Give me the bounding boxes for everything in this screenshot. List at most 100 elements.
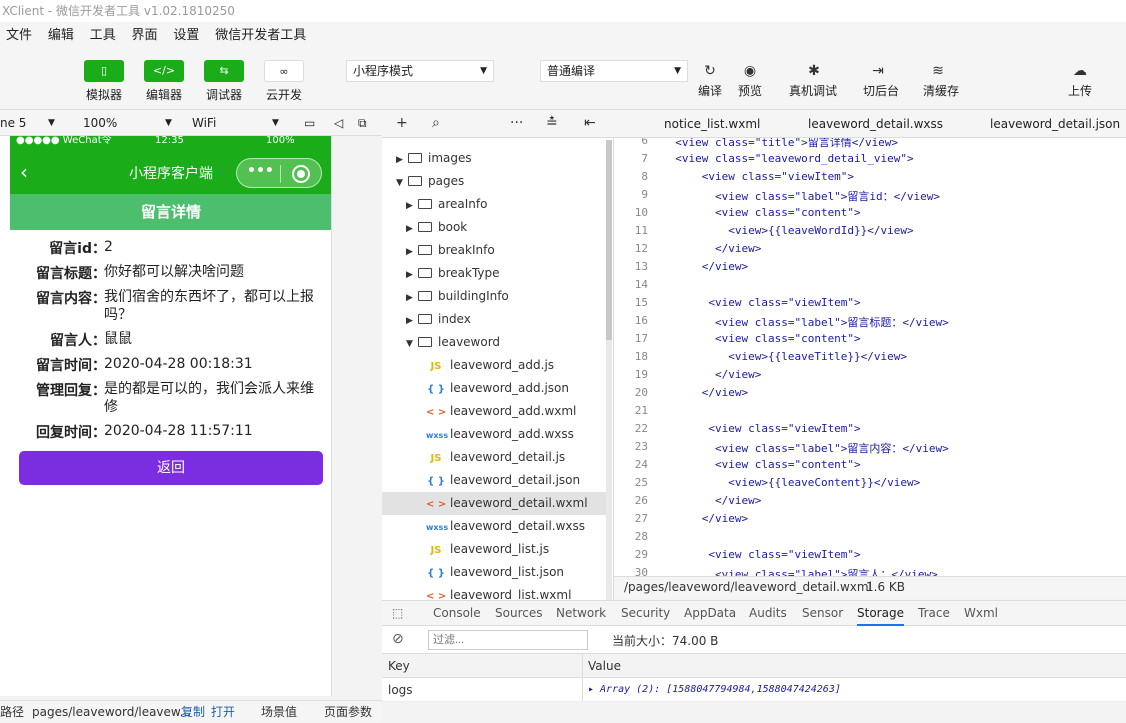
file-item[interactable]: < > leaveword_add.wxml bbox=[382, 400, 606, 423]
search-icon[interactable]: ⌕ bbox=[432, 115, 440, 131]
tab-wxml[interactable]: Wxml bbox=[964, 606, 998, 620]
file-name: leaveword_detail.wxml bbox=[450, 496, 588, 510]
popout-icon[interactable]: ⧉ bbox=[358, 114, 367, 132]
file-item[interactable]: { } leaveword_detail.json bbox=[382, 469, 606, 492]
menu-wechat-devtools[interactable]: 微信开发者工具 bbox=[209, 23, 312, 49]
folder-item[interactable]: ▶ index bbox=[382, 308, 606, 331]
simulator-bar: ne 5 ▼ 100% ▼ WiFi ▼ ▭ ◁ ⧉ bbox=[0, 110, 382, 136]
compile-mode-select[interactable]: 普通编译 ▼ bbox=[540, 60, 688, 82]
code-editor[interactable]: 6 <view class="title">留言详情</view> 7 <view… bbox=[614, 138, 1126, 576]
mode-select[interactable]: 小程序模式 ▼ bbox=[346, 60, 494, 82]
code-line: </view> bbox=[662, 512, 749, 525]
network-select[interactable]: WiFi bbox=[192, 114, 216, 132]
tab-audits[interactable]: Audits bbox=[749, 606, 787, 620]
table-row[interactable]: logs ▸ Array (2): [1588047794984,1588047… bbox=[382, 678, 1126, 702]
file-item[interactable]: { } leaveword_add.json bbox=[382, 377, 606, 400]
editor-toggle[interactable]: </> 编辑器 bbox=[136, 60, 192, 103]
folder-item[interactable]: ▼ pages bbox=[382, 170, 606, 193]
tab-sensor[interactable]: Sensor bbox=[802, 606, 843, 620]
file-name: leaveword_detail.json bbox=[450, 473, 581, 487]
file-item[interactable]: < > leaveword_list.wxml bbox=[382, 584, 606, 600]
collapse-icon[interactable]: ≛ bbox=[546, 115, 558, 131]
line-number: 26 bbox=[634, 494, 648, 507]
folder-item[interactable]: ▶ buildingInfo bbox=[382, 285, 606, 308]
scene-value[interactable]: 场景值 bbox=[261, 701, 297, 723]
file-item[interactable]: JS leaveword_list.js bbox=[382, 538, 606, 561]
tab-trace[interactable]: Trace bbox=[918, 606, 950, 620]
line-number: 8 bbox=[641, 170, 648, 183]
inspect-icon[interactable]: ⬚ bbox=[392, 606, 403, 620]
cloud-link-icon: ∞ bbox=[264, 60, 304, 82]
capsule-menu: ••• bbox=[236, 158, 322, 188]
open-link[interactable]: 打开 bbox=[211, 701, 235, 723]
preview-button[interactable]: ◉ 预览 bbox=[735, 60, 765, 99]
split-icon[interactable]: ⇤ bbox=[584, 115, 596, 131]
speaker-icon[interactable]: ◁ bbox=[334, 114, 343, 132]
compile-button[interactable]: ↻ 编译 bbox=[695, 60, 725, 99]
menu-file[interactable]: 文件 bbox=[0, 23, 38, 49]
menu-settings[interactable]: 设置 bbox=[167, 23, 205, 49]
file-item[interactable]: < > leaveword_detail.wxml bbox=[382, 492, 606, 515]
file-item[interactable]: JS leaveword_add.js bbox=[382, 354, 606, 377]
line-number: 25 bbox=[634, 476, 648, 489]
storage-filter-bar: ⊘ 当前大小：74.00 B bbox=[382, 626, 1126, 654]
file-name: book bbox=[438, 220, 468, 234]
chevron-down-icon[interactable]: ▼ bbox=[48, 114, 55, 132]
add-icon[interactable]: + bbox=[396, 115, 408, 131]
remote-debug-button[interactable]: ✱ 真机调试 bbox=[789, 60, 837, 99]
tab-leaveword-detail-json[interactable]: leaveword_detail.json bbox=[990, 117, 1120, 131]
folder-item[interactable]: ▶ book bbox=[382, 216, 606, 239]
file-item[interactable]: { } leaveword_list.json bbox=[382, 561, 606, 584]
clear-cache-button[interactable]: ≋ 清缓存 bbox=[923, 60, 959, 99]
tab-network[interactable]: Network bbox=[556, 606, 606, 620]
clear-icon[interactable]: ⊘ bbox=[392, 631, 404, 647]
tab-notice-list-wxml[interactable]: notice_list.wxml bbox=[664, 117, 760, 131]
tab-leaveword-detail-wxss[interactable]: leaveword_detail.wxss bbox=[808, 117, 943, 131]
close-target-icon[interactable] bbox=[292, 165, 310, 183]
chevron-right-icon: ▶ bbox=[406, 224, 413, 234]
folder-item[interactable]: ▶ images bbox=[382, 147, 606, 170]
zoom-select[interactable]: 100% bbox=[83, 114, 117, 132]
device-select[interactable]: ne 5 bbox=[0, 114, 26, 132]
tab-appdata[interactable]: AppData bbox=[684, 606, 736, 620]
menu-view[interactable]: 界面 bbox=[126, 23, 164, 49]
folder-icon bbox=[408, 176, 422, 186]
upload-button[interactable]: ☁ 上传 bbox=[1065, 60, 1095, 99]
menu-tools[interactable]: 工具 bbox=[84, 23, 122, 49]
more-icon[interactable]: ••• bbox=[247, 163, 274, 179]
tab-sources[interactable]: Sources bbox=[495, 606, 542, 620]
file-name: leaveword_detail.js bbox=[450, 450, 566, 464]
line-number: 10 bbox=[634, 206, 648, 219]
folder-icon bbox=[418, 245, 432, 255]
code-line: </view> bbox=[662, 386, 749, 399]
key-column-header[interactable]: Key bbox=[388, 654, 410, 678]
file-name: buildingInfo bbox=[438, 289, 509, 303]
back-button[interactable]: 返回 bbox=[19, 451, 323, 485]
rotate-icon[interactable]: ▭ bbox=[304, 114, 315, 132]
folder-item[interactable]: ▼ leaveword bbox=[382, 331, 606, 354]
debugger-toggle[interactable]: ⇆ 调试器 bbox=[196, 60, 252, 103]
more-icon[interactable]: ··· bbox=[510, 115, 523, 131]
file-item[interactable]: wxss leaveword_detail.wxss bbox=[382, 515, 606, 538]
tab-storage[interactable]: Storage bbox=[857, 606, 904, 626]
chevron-right-icon: ▶ bbox=[406, 316, 413, 326]
file-item[interactable]: JS leaveword_detail.js bbox=[382, 446, 606, 469]
file-tree-scrollbar[interactable] bbox=[606, 140, 612, 600]
value-column-header[interactable]: Value bbox=[588, 654, 621, 678]
chevron-down-icon[interactable]: ▼ bbox=[272, 114, 279, 132]
file-name: pages bbox=[428, 174, 465, 188]
folder-item[interactable]: ▶ breakType bbox=[382, 262, 606, 285]
file-item[interactable]: wxss leaveword_add.wxss bbox=[382, 423, 606, 446]
filter-input[interactable] bbox=[428, 630, 588, 650]
menu-edit[interactable]: 编辑 bbox=[42, 23, 80, 49]
simulator-toggle[interactable]: ▯ 模拟器 bbox=[76, 60, 132, 103]
cloud-dev-button[interactable]: ∞ 云开发 bbox=[256, 60, 312, 103]
folder-item[interactable]: ▶ areaInfo bbox=[382, 193, 606, 216]
chevron-down-icon[interactable]: ▼ bbox=[165, 114, 172, 132]
tab-console[interactable]: Console bbox=[433, 606, 481, 620]
background-button[interactable]: ⇥ 切后台 bbox=[863, 60, 899, 99]
tab-security[interactable]: Security bbox=[621, 606, 670, 620]
page-params[interactable]: 页面参数 bbox=[324, 701, 372, 723]
copy-link[interactable]: 复制 bbox=[181, 701, 205, 723]
folder-item[interactable]: ▶ breakInfo bbox=[382, 239, 606, 262]
